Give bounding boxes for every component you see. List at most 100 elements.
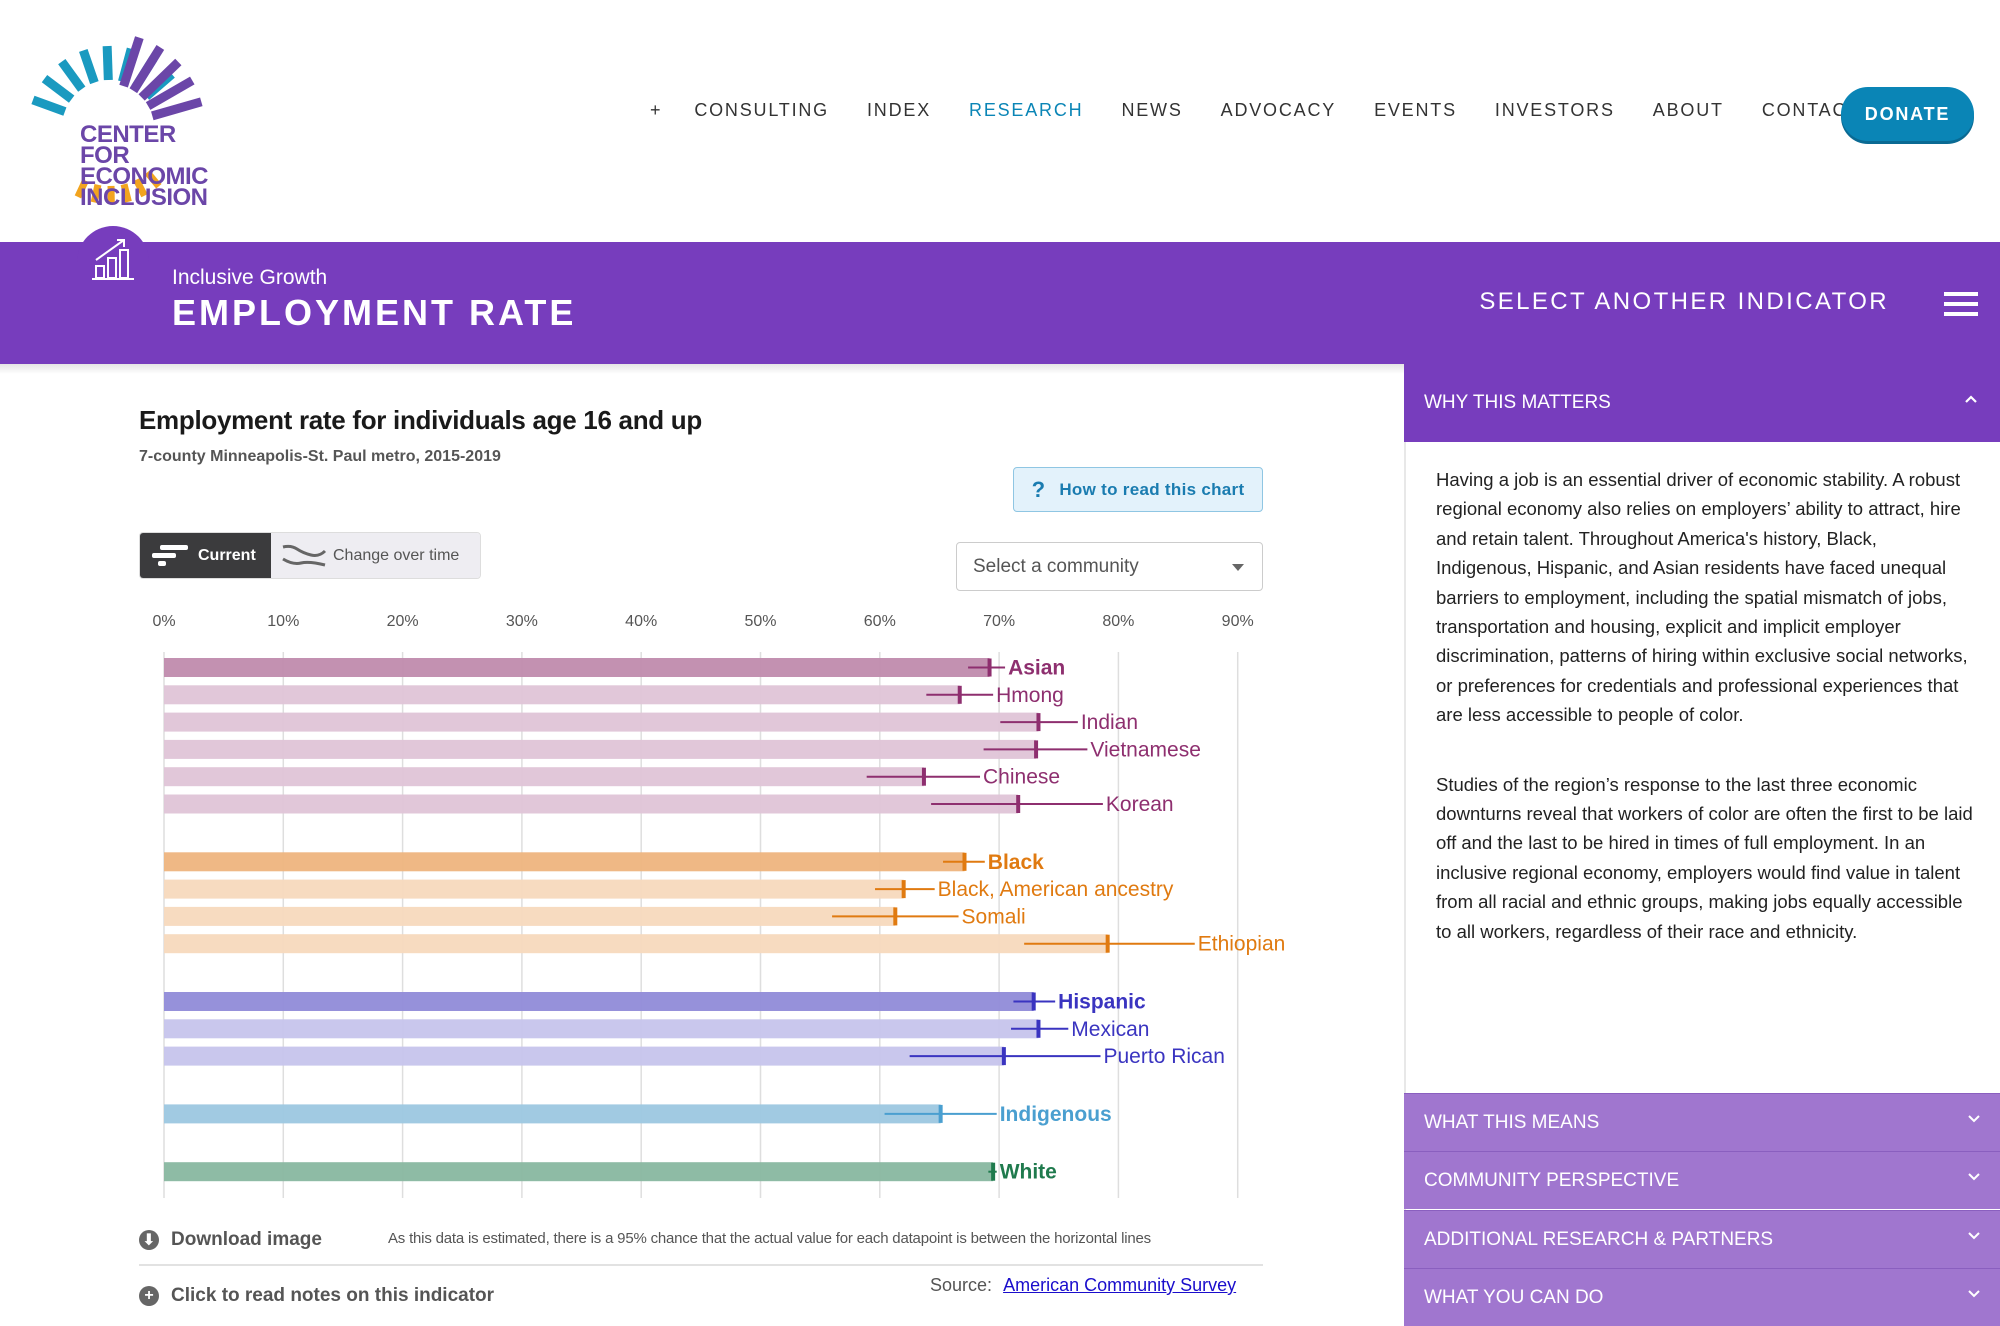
logo-line-3: INCLUSION bbox=[80, 187, 230, 208]
accordion-title: ADDITIONAL RESEARCH & PARTNERS bbox=[1424, 1229, 1773, 1251]
bar bbox=[164, 767, 924, 786]
bar bbox=[164, 1162, 993, 1181]
employment-rate-chart: 0% 10% 20% 30% 40% 50% 60% 70% 80% 90% Asian Hmong I… bbox=[130, 600, 1310, 1200]
chart-subtitle: 7-county Minneapolis-St. Paul metro, 201… bbox=[139, 448, 501, 466]
notes-label: Click to read notes on this indicator bbox=[171, 1285, 494, 1307]
nav-item-plus[interactable]: + bbox=[650, 100, 662, 121]
bar bbox=[164, 795, 1018, 814]
banner-shadow bbox=[0, 364, 1404, 374]
view-toggle: Current Change over time bbox=[139, 532, 481, 579]
source-link[interactable]: American Community Survey bbox=[1003, 1275, 1236, 1295]
indicator-category: Inclusive Growth bbox=[172, 266, 327, 290]
logo-ray bbox=[45, 79, 72, 99]
chevron-up-icon bbox=[1964, 394, 1978, 404]
bar bbox=[164, 1047, 1004, 1066]
estimate-note: As this data is estimated, there is a 95… bbox=[388, 1230, 1151, 1247]
bar bbox=[164, 852, 965, 871]
select-another-indicator-button[interactable]: SELECT ANOTHER INDICATOR bbox=[1479, 288, 1889, 316]
read-notes-button[interactable]: + Click to read notes on this indicator bbox=[139, 1285, 494, 1307]
logo-line-1: CENTER FOR bbox=[80, 124, 230, 166]
data-label: Black, American ancestry bbox=[938, 878, 1174, 901]
bar bbox=[164, 1104, 941, 1123]
nav-item-research[interactable]: RESEARCH bbox=[969, 100, 1083, 121]
data-label: Vietnamese bbox=[1090, 738, 1201, 761]
x-tick-label: 20% bbox=[387, 613, 419, 630]
toggle-current[interactable]: Current bbox=[140, 533, 271, 578]
accordion-why-this-matters[interactable]: WHY THIS MATTERS bbox=[1404, 364, 2000, 442]
data-label: Puerto Rican bbox=[1104, 1045, 1225, 1068]
data-label: Hmong bbox=[996, 684, 1064, 707]
chevron-down-icon bbox=[1968, 1113, 1980, 1125]
download-label: Download image bbox=[171, 1229, 322, 1251]
nav-item-advocacy[interactable]: ADVOCACY bbox=[1221, 100, 1336, 121]
logo-ray bbox=[62, 62, 82, 90]
nav-item-investors[interactable]: INVESTORS bbox=[1495, 100, 1615, 121]
paragraph: Studies of the region’s response to the … bbox=[1436, 770, 1976, 946]
x-tick-label: 40% bbox=[625, 613, 657, 630]
paragraph: Having a job is an essential driver of e… bbox=[1436, 465, 1976, 730]
bar bbox=[164, 658, 990, 677]
accordion-title: WHY THIS MATTERS bbox=[1424, 392, 1611, 414]
logo-ray bbox=[33, 100, 65, 112]
data-label: White bbox=[1000, 1161, 1057, 1184]
bar bbox=[164, 740, 1036, 759]
accordion-community-perspective[interactable]: COMMUNITY PERSPECTIVE bbox=[1404, 1151, 2000, 1209]
donate-button[interactable]: DONATE bbox=[1841, 87, 1974, 141]
bar-chart-growth-icon bbox=[90, 236, 138, 284]
accordion-title: WHAT THIS MEANS bbox=[1424, 1112, 1599, 1134]
toggle-current-label: Current bbox=[198, 547, 256, 565]
logo[interactable]: CENTER FOR ECONOMIC INCLUSION bbox=[10, 20, 230, 205]
x-tick-label: 60% bbox=[864, 613, 896, 630]
bar bbox=[164, 685, 960, 704]
nav-item-consulting[interactable]: CONSULTING bbox=[694, 100, 829, 121]
nav-item-about[interactable]: ABOUT bbox=[1653, 100, 1724, 121]
main-nav: + CONSULTING INDEX RESEARCH NEWS ADVOCAC… bbox=[650, 100, 1898, 121]
accordion-what-you-can-do[interactable]: WHAT YOU CAN DO bbox=[1404, 1268, 2000, 1326]
data-label: Asian bbox=[1008, 657, 1065, 680]
how-to-read-chart-button[interactable]: ? How to read this chart bbox=[1013, 467, 1263, 512]
source-line: Source: American Community Survey bbox=[930, 1275, 1236, 1296]
accordion-title: WHAT YOU CAN DO bbox=[1424, 1287, 1603, 1309]
accordion-additional-research[interactable]: ADDITIONAL RESEARCH & PARTNERS bbox=[1404, 1210, 2000, 1268]
current-bars-icon bbox=[150, 543, 190, 569]
source-prefix: Source: bbox=[930, 1275, 992, 1295]
indicator-title: EMPLOYMENT RATE bbox=[172, 292, 576, 334]
plus-circle-icon: + bbox=[139, 1286, 159, 1306]
bar bbox=[164, 992, 1034, 1011]
data-label: Black bbox=[988, 851, 1044, 874]
community-select-placeholder: Select a community bbox=[973, 556, 1139, 578]
accordion-body: Having a job is an essential driver of e… bbox=[1436, 465, 1976, 986]
chart-title: Employment rate for individuals age 16 a… bbox=[139, 405, 702, 436]
x-tick-label: 90% bbox=[1222, 613, 1254, 630]
data-label: Somali bbox=[962, 905, 1026, 928]
x-tick-label: 50% bbox=[744, 613, 776, 630]
x-tick-label: 80% bbox=[1102, 613, 1134, 630]
hamburger-menu-icon[interactable] bbox=[1944, 292, 1978, 316]
chevron-down-icon bbox=[1968, 1171, 1980, 1183]
community-select[interactable]: Select a community bbox=[956, 542, 1263, 591]
bar bbox=[164, 934, 1108, 953]
data-label: Mexican bbox=[1071, 1018, 1149, 1041]
bar bbox=[164, 713, 1038, 732]
bar bbox=[164, 1019, 1038, 1038]
chevron-down-icon bbox=[1968, 1288, 1980, 1300]
download-image-button[interactable]: ⬇ Download image bbox=[139, 1229, 322, 1251]
site-header: CENTER FOR ECONOMIC INCLUSION + CONSULTI… bbox=[0, 0, 2000, 242]
accordion-what-this-means[interactable]: WHAT THIS MEANS bbox=[1404, 1093, 2000, 1151]
nav-item-events[interactable]: EVENTS bbox=[1374, 100, 1457, 121]
x-tick-label: 10% bbox=[267, 613, 299, 630]
download-icon: ⬇ bbox=[139, 1230, 159, 1250]
data-label: Korean bbox=[1106, 793, 1174, 816]
question-icon: ? bbox=[1032, 477, 1046, 503]
divider bbox=[139, 1264, 1263, 1266]
chevron-down-icon bbox=[1968, 1230, 1980, 1242]
trend-lines-icon bbox=[281, 541, 327, 571]
data-label: Indigenous bbox=[1000, 1103, 1112, 1126]
x-tick-label: 70% bbox=[983, 613, 1015, 630]
data-label: Indian bbox=[1081, 711, 1138, 734]
nav-item-index[interactable]: INDEX bbox=[867, 100, 931, 121]
toggle-change-over-time[interactable]: Change over time bbox=[271, 533, 480, 578]
x-tick-label: 0% bbox=[152, 613, 175, 630]
nav-item-news[interactable]: NEWS bbox=[1121, 100, 1182, 121]
x-tick-label: 30% bbox=[506, 613, 538, 630]
